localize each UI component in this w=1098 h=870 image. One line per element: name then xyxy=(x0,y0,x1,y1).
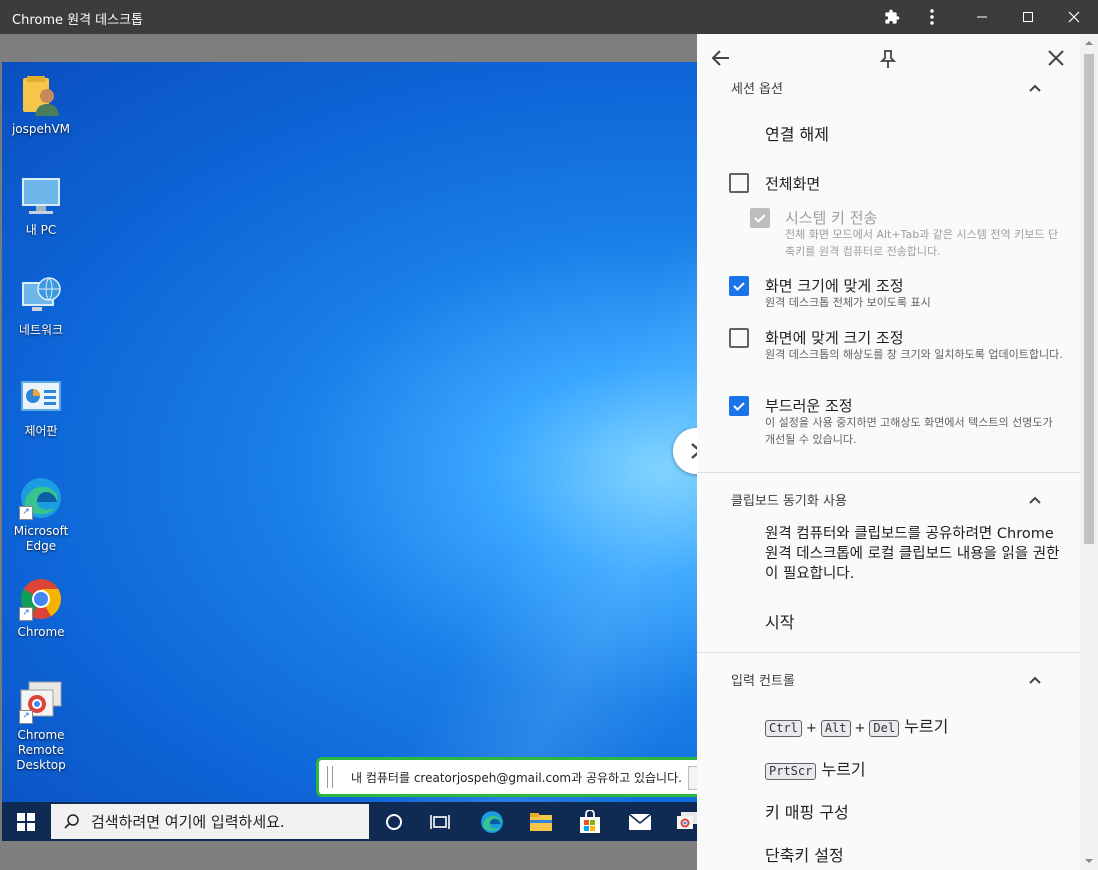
press-label: 누르기 xyxy=(821,760,866,779)
session-options-panel: 세션 옵션 연결 해제 전체화면 시스템 키 전송 전체 화면 모드에서 Alt… xyxy=(697,34,1098,870)
desktop-icon-label: 제어판 xyxy=(24,424,58,438)
windows-logo-icon xyxy=(17,812,35,831)
drag-handle[interactable] xyxy=(327,766,333,788)
shortcut-arrow-icon: ↗ xyxy=(19,710,33,724)
desktop-icon-label: 내 PC xyxy=(25,223,57,237)
resize-to-fit-label: 화면에 맞게 크기 조정 xyxy=(765,329,904,347)
windows-taskbar: 검색하려면 여기에 입력하세요. xyxy=(2,802,697,841)
desktop-icon-chrome-remote-desktop[interactable]: ↗ Chrome Remote Desktop xyxy=(3,680,79,773)
shrink-to-fit-label: 화면 크기에 맞게 조정 xyxy=(765,277,904,295)
taskbar-edge-icon[interactable] xyxy=(469,802,515,841)
ctrl-alt-del-button[interactable]: Ctrl + Alt + Del 누르기 xyxy=(765,713,948,737)
window-title: Chrome 원격 데스크톱 xyxy=(12,13,144,28)
store-icon[interactable] xyxy=(567,802,613,841)
prtscr-button[interactable]: PrtScr 누르기 xyxy=(765,756,866,780)
clipboard-permission-text: 원격 컴퓨터와 클립보드를 공유하려면 Chrome 원격 데스크톱에 로컬 클… xyxy=(765,526,1060,582)
control-panel-icon xyxy=(19,376,63,420)
collapse-chevron-icon[interactable] xyxy=(1027,492,1043,508)
wallpaper-light xyxy=(138,62,697,802)
send-system-keys-checkbox xyxy=(750,208,770,228)
chrome-remote-desktop-icon: ↗ xyxy=(19,680,63,724)
desktop-icon-user-folder[interactable]: jospehVM xyxy=(3,74,79,137)
clipboard-sync-title: 클립보드 동기화 사용 xyxy=(731,494,847,509)
pin-icon[interactable] xyxy=(876,47,900,71)
close-panel-icon[interactable] xyxy=(1044,46,1068,70)
shrink-to-fit-checkbox[interactable] xyxy=(729,276,749,296)
search-icon xyxy=(64,813,79,829)
desktop-icon-control-panel[interactable]: 제어판 xyxy=(3,376,79,439)
mail-icon[interactable] xyxy=(617,802,663,841)
press-label: 누르기 xyxy=(904,717,949,736)
input-controls-title: 입력 컨트롤 xyxy=(731,674,795,689)
collapse-chevron-icon[interactable] xyxy=(1027,672,1043,688)
resize-to-fit-desc: 원격 데스크톱의 해상도를 창 크기와 일치하도록 업데이트합니다. xyxy=(765,348,1063,361)
remote-viewport-margin-bottom xyxy=(0,841,697,870)
del-key: Del xyxy=(869,720,900,737)
send-system-keys-label: 시스템 키 전송 xyxy=(785,209,878,227)
fullscreen-checkbox[interactable] xyxy=(729,173,749,193)
close-icon[interactable] xyxy=(1054,0,1094,34)
file-explorer-icon[interactable] xyxy=(518,802,564,841)
stop-sharing-button[interactable] xyxy=(688,766,697,790)
desktop-icon-label: Microsoft Edge xyxy=(13,524,69,553)
maximize-icon[interactable] xyxy=(1008,0,1048,34)
window-titlebar: Chrome 원격 데스크톱 xyxy=(0,0,1098,34)
smooth-scaling-desc: 이 설정을 사용 중지하면 고해상도 화면에서 텍스트의 선명도가 개선될 수 … xyxy=(765,416,1053,446)
plus-sign: + xyxy=(854,721,866,736)
desktop-icon-label: jospehVM xyxy=(11,122,71,136)
key-mapping-button[interactable]: 키 매핑 구성 xyxy=(765,799,849,823)
ctrl-key: Ctrl xyxy=(765,720,802,737)
search-placeholder: 검색하려면 여기에 입력하세요. xyxy=(91,813,285,831)
send-system-keys-desc: 전체 화면 모드에서 Alt+Tab과 같은 시스템 전역 키보드 단축키를 원… xyxy=(785,228,1059,258)
prtscr-key: PrtScr xyxy=(765,763,817,780)
edge-icon: ↗ xyxy=(19,476,63,520)
clipboard-start-button[interactable]: 시작 xyxy=(765,609,794,633)
scrollbar-thumb[interactable] xyxy=(1084,54,1094,544)
alt-key: Alt xyxy=(820,720,851,737)
back-arrow-icon[interactable] xyxy=(709,46,733,70)
cortana-icon[interactable] xyxy=(371,802,417,841)
section-divider xyxy=(697,652,1080,653)
disconnect-button[interactable]: 연결 해제 xyxy=(765,121,829,145)
remote-desktop-view[interactable]: jospehVM 내 PC 네트워크 제어판 ↗ Microsoft Edge … xyxy=(2,62,697,802)
computer-icon xyxy=(19,175,63,219)
shortcut-settings-button[interactable]: 단축키 설정 xyxy=(765,842,844,866)
shortcut-arrow-icon: ↗ xyxy=(19,607,33,621)
section-divider xyxy=(697,472,1080,473)
session-options-title: 세션 옵션 xyxy=(731,82,783,97)
remote-viewport-margin xyxy=(0,34,697,62)
desktop-icon-chrome[interactable]: ↗ Chrome xyxy=(3,577,79,640)
plus-sign: + xyxy=(805,721,817,736)
panel-header xyxy=(697,34,1080,82)
start-button[interactable] xyxy=(2,802,50,841)
taskbar-search-box[interactable]: 검색하려면 여기에 입력하세요. xyxy=(51,804,369,839)
desktop-icon-my-pc[interactable]: 내 PC xyxy=(3,175,79,238)
sharing-status-text: 내 컴퓨터를 creatorjospeh@gmail.com과 공유하고 있습니… xyxy=(351,770,682,785)
user-folder-icon xyxy=(19,74,63,118)
desktop-icon-label: Chrome xyxy=(17,625,65,639)
chrome-icon: ↗ xyxy=(19,577,63,621)
extensions-icon[interactable] xyxy=(872,0,912,34)
smooth-scaling-label: 부드러운 조정 xyxy=(765,397,853,415)
resize-to-fit-checkbox[interactable] xyxy=(729,328,749,348)
sharing-notification-bar: 내 컴퓨터를 creatorjospeh@gmail.com과 공유하고 있습니… xyxy=(316,757,697,797)
desktop-icon-network[interactable]: 네트워크 xyxy=(3,275,79,338)
desktop-icon-label: 네트워크 xyxy=(18,323,64,337)
collapse-chevron-icon[interactable] xyxy=(1027,80,1043,96)
more-vert-icon[interactable] xyxy=(912,0,952,34)
shrink-to-fit-desc: 원격 데스크톱 전체가 보이도록 표시 xyxy=(765,296,931,309)
smooth-scaling-checkbox[interactable] xyxy=(729,396,749,416)
shortcut-arrow-icon: ↗ xyxy=(19,506,33,520)
network-icon xyxy=(19,275,63,319)
fullscreen-label: 전체화면 xyxy=(765,175,821,193)
scroll-up-icon[interactable] xyxy=(1080,36,1098,50)
desktop-icon-edge[interactable]: ↗ Microsoft Edge xyxy=(3,476,79,554)
minimize-icon[interactable] xyxy=(962,0,1002,34)
panel-scrollbar[interactable] xyxy=(1080,34,1098,870)
scroll-down-icon[interactable] xyxy=(1080,854,1098,868)
desktop-icon-label: Chrome Remote Desktop xyxy=(16,728,66,772)
task-view-icon[interactable] xyxy=(417,802,463,841)
